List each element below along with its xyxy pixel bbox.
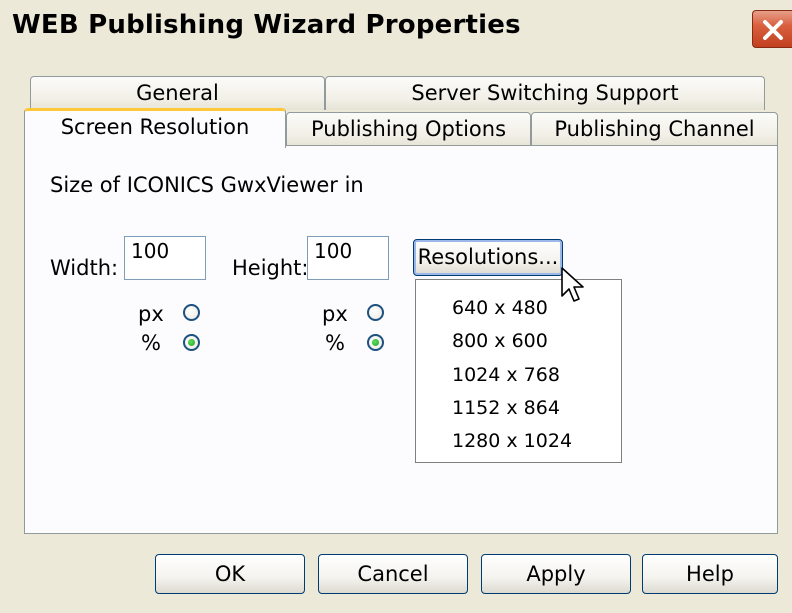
tab-publishing-options[interactable]: Publishing Options: [286, 112, 531, 146]
tab-label: General: [136, 81, 219, 105]
height-input[interactable]: 100: [307, 236, 389, 280]
close-icon: [763, 20, 783, 40]
cancel-button[interactable]: Cancel: [318, 554, 468, 594]
tab-label: Screen Resolution: [60, 115, 250, 139]
tab-publishing-channel[interactable]: Publishing Channel: [531, 112, 778, 146]
menu-item-1024x768[interactable]: 1024 x 768: [452, 364, 560, 386]
tab-label: Publishing Options: [310, 117, 507, 141]
width-input[interactable]: 100: [124, 236, 206, 280]
help-button-label: Help: [686, 562, 734, 586]
resolutions-menu: 640 x 480 800 x 600 1024 x 768 1152 x 86…: [415, 279, 622, 463]
width-px-radio[interactable]: [183, 304, 200, 321]
tab-screen-resolution[interactable]: Screen Resolution: [24, 108, 286, 148]
menu-item-1152x864[interactable]: 1152 x 864: [452, 397, 560, 419]
height-px-radio[interactable]: [367, 304, 384, 321]
close-button[interactable]: [752, 10, 792, 48]
title-bar: WEB Publishing Wizard Properties: [0, 0, 792, 64]
height-px-label: px: [322, 302, 348, 326]
apply-button[interactable]: Apply: [481, 554, 631, 594]
ok-button-label: OK: [214, 562, 246, 586]
tab-server-switching-support[interactable]: Server Switching Support: [325, 76, 765, 110]
height-label: Height:: [232, 256, 309, 280]
ok-button[interactable]: OK: [155, 554, 305, 594]
mouse-pointer-icon: [561, 267, 584, 302]
resolutions-button-label: Resolutions...: [417, 245, 559, 269]
tab-label: Server Switching Support: [411, 81, 679, 105]
width-percent-radio[interactable]: [183, 334, 200, 351]
size-label: Size of ICONICS GwxViewer in: [50, 173, 364, 197]
tab-general[interactable]: General: [30, 76, 325, 110]
apply-button-label: Apply: [526, 562, 586, 586]
tab-panel: [24, 145, 778, 534]
tab-label: Publishing Channel: [554, 117, 755, 141]
width-label: Width:: [50, 256, 119, 280]
window-title: WEB Publishing Wizard Properties: [12, 10, 521, 40]
menu-item-640x480[interactable]: 640 x 480: [452, 297, 548, 319]
width-px-label: px: [138, 302, 164, 326]
menu-item-1280x1024[interactable]: 1280 x 1024: [452, 430, 572, 452]
height-percent-radio[interactable]: [367, 334, 384, 351]
resolutions-button[interactable]: Resolutions...: [413, 239, 563, 276]
height-percent-label: %: [325, 331, 345, 355]
help-button[interactable]: Help: [642, 554, 778, 594]
width-percent-label: %: [141, 331, 161, 355]
cancel-button-label: Cancel: [357, 562, 429, 586]
menu-item-800x600[interactable]: 800 x 600: [452, 330, 548, 352]
